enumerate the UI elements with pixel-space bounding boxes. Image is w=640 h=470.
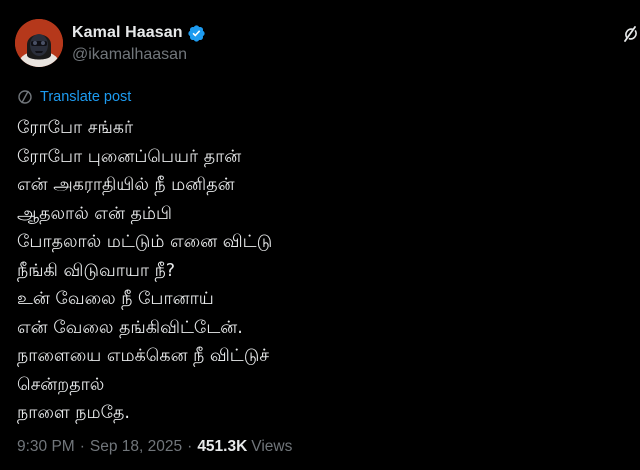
- post-line-8: என் வேலை தங்கிவிட்டேன்.: [17, 317, 243, 338]
- translate-icon: [18, 90, 32, 104]
- post-line-9: நாளையை எமக்கென நீ விட்டுச்: [17, 346, 270, 366]
- meta-separator: ·: [187, 438, 193, 455]
- meta-separator: ·: [79, 438, 85, 455]
- grok-icon[interactable]: [621, 24, 640, 44]
- translate-post-link[interactable]: Translate post: [17, 88, 131, 106]
- author-name-row[interactable]: Kamal Haasan: [72, 22, 206, 44]
- avatar-image: [15, 19, 63, 67]
- post-line-5: போதலால் மட்டும் எனை விட்டு: [17, 232, 273, 252]
- views-count[interactable]: 451.3K: [197, 438, 247, 456]
- post-line-6: நீங்கி விடுவாயா நீ?: [17, 260, 176, 281]
- post-time[interactable]: 9:30 PM: [17, 438, 75, 456]
- profile-avatar[interactable]: [15, 19, 63, 67]
- post-line-11: நாளை நமதே.: [17, 403, 130, 423]
- views-label: Views: [251, 438, 293, 455]
- post-line-1: ரோபோ சங்கர்: [17, 118, 134, 138]
- post-line-4: ஆதலால் என் தம்பி: [17, 203, 172, 224]
- author-handle[interactable]: @ikamalhaasan: [72, 46, 187, 64]
- post-line-3: என் அகராதியில் நீ மனிதன்: [17, 175, 235, 195]
- verified-badge-icon: [187, 24, 205, 42]
- author-display-name[interactable]: Kamal Haasan: [72, 24, 183, 42]
- post-text: ரோபோ சங்கர் ரோபோ புனைப்பெயர் தான் என் அக…: [17, 114, 617, 428]
- post-meta: 9:30 PM · Sep 18, 2025 · 451.3K Views: [17, 438, 292, 456]
- post-line-7: உன் வேலை நீ போனாய்: [17, 289, 214, 309]
- translate-post-label: Translate post: [40, 89, 132, 105]
- post-date[interactable]: Sep 18, 2025: [90, 438, 182, 456]
- post-line-2: ரோபோ புனைப்பெயர் தான்: [17, 146, 242, 167]
- post-line-10: சென்றதால்: [17, 374, 105, 395]
